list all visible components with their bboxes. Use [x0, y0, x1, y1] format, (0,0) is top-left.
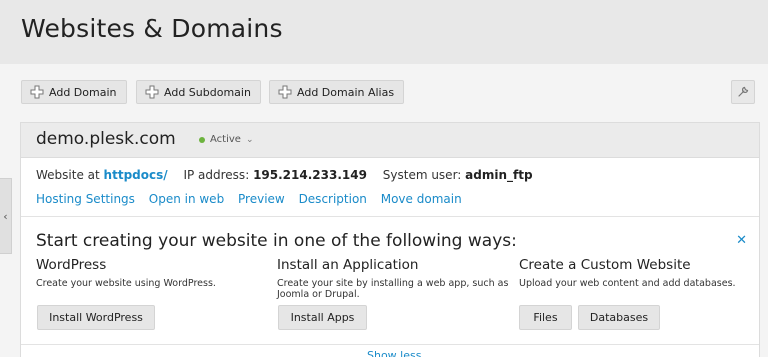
option-heading: WordPress	[36, 257, 107, 273]
domain-card-header: demo.plesk.com Active ⌄	[21, 123, 759, 158]
add-subdomain-label: Add Subdomain	[164, 85, 251, 99]
system-user-label: System user:	[382, 168, 462, 182]
system-user-value: admin_ftp	[465, 168, 533, 182]
status-label: Active	[210, 134, 241, 145]
start-creating-title: Start creating your website in one of th…	[36, 231, 517, 251]
open-in-web-link[interactable]: Open in web	[149, 192, 224, 206]
add-domain-label: Add Domain	[49, 85, 117, 99]
chevron-left-icon: ‹	[3, 209, 8, 223]
divider	[21, 216, 759, 217]
option-install-application: Install an Application Create your site …	[277, 257, 509, 300]
plus-icon	[278, 85, 292, 99]
add-domain-alias-label: Add Domain Alias	[297, 85, 395, 99]
ip-label: IP address:	[183, 168, 250, 182]
option-description: Upload your web content and add database…	[519, 278, 736, 289]
domain-links: Hosting Settings Open in web Preview Des…	[36, 192, 472, 206]
option-heading: Install an Application	[277, 257, 419, 273]
page-header: Websites & Domains	[0, 0, 768, 64]
hosting-settings-link[interactable]: Hosting Settings	[36, 192, 135, 206]
close-icon[interactable]: ✕	[736, 233, 747, 248]
main-content: Add Domain Add Subdomain Add Domain Alia…	[0, 64, 768, 357]
chevron-down-icon: ⌄	[245, 134, 254, 145]
add-domain-alias-button[interactable]: Add Domain Alias	[269, 80, 404, 104]
install-apps-button[interactable]: Install Apps	[278, 305, 367, 330]
description-link[interactable]: Description	[299, 192, 367, 206]
divider	[21, 344, 759, 345]
ip-value: 195.214.233.149	[253, 168, 367, 182]
website-at-link[interactable]: httpdocs/	[104, 168, 168, 182]
status-dropdown[interactable]: Active ⌄	[199, 134, 253, 145]
collapse-sidebar-tab[interactable]: ‹	[0, 178, 12, 254]
files-button[interactable]: Files	[519, 305, 572, 330]
website-at-label: Website at	[36, 168, 100, 182]
domain-name: demo.plesk.com	[36, 129, 176, 149]
option-custom-website: Create a Custom Website Upload your web …	[519, 257, 751, 289]
add-subdomain-button[interactable]: Add Subdomain	[136, 80, 261, 104]
option-heading: Create a Custom Website	[519, 257, 691, 273]
domain-info: Website at httpdocs/ IP address: 195.214…	[36, 168, 533, 182]
option-wordpress: WordPress Create your website using Word…	[36, 257, 268, 289]
preview-link[interactable]: Preview	[238, 192, 285, 206]
show-less-link[interactable]: Show less	[367, 349, 421, 357]
move-domain-link[interactable]: Move domain	[381, 192, 462, 206]
install-wordpress-button[interactable]: Install WordPress	[37, 305, 155, 330]
wrench-icon	[738, 86, 749, 97]
option-description: Create your site by installing a web app…	[277, 278, 509, 300]
option-description: Create your website using WordPress.	[36, 278, 216, 289]
add-domain-button[interactable]: Add Domain	[21, 80, 127, 104]
settings-wrench-button[interactable]	[731, 80, 755, 104]
status-dot-icon	[199, 136, 205, 143]
plus-icon	[30, 85, 44, 99]
databases-button[interactable]: Databases	[578, 305, 660, 330]
domain-card: demo.plesk.com Active ⌄ Website at httpd…	[20, 122, 760, 357]
plus-icon	[145, 85, 159, 99]
page-title: Websites & Domains	[21, 14, 283, 43]
